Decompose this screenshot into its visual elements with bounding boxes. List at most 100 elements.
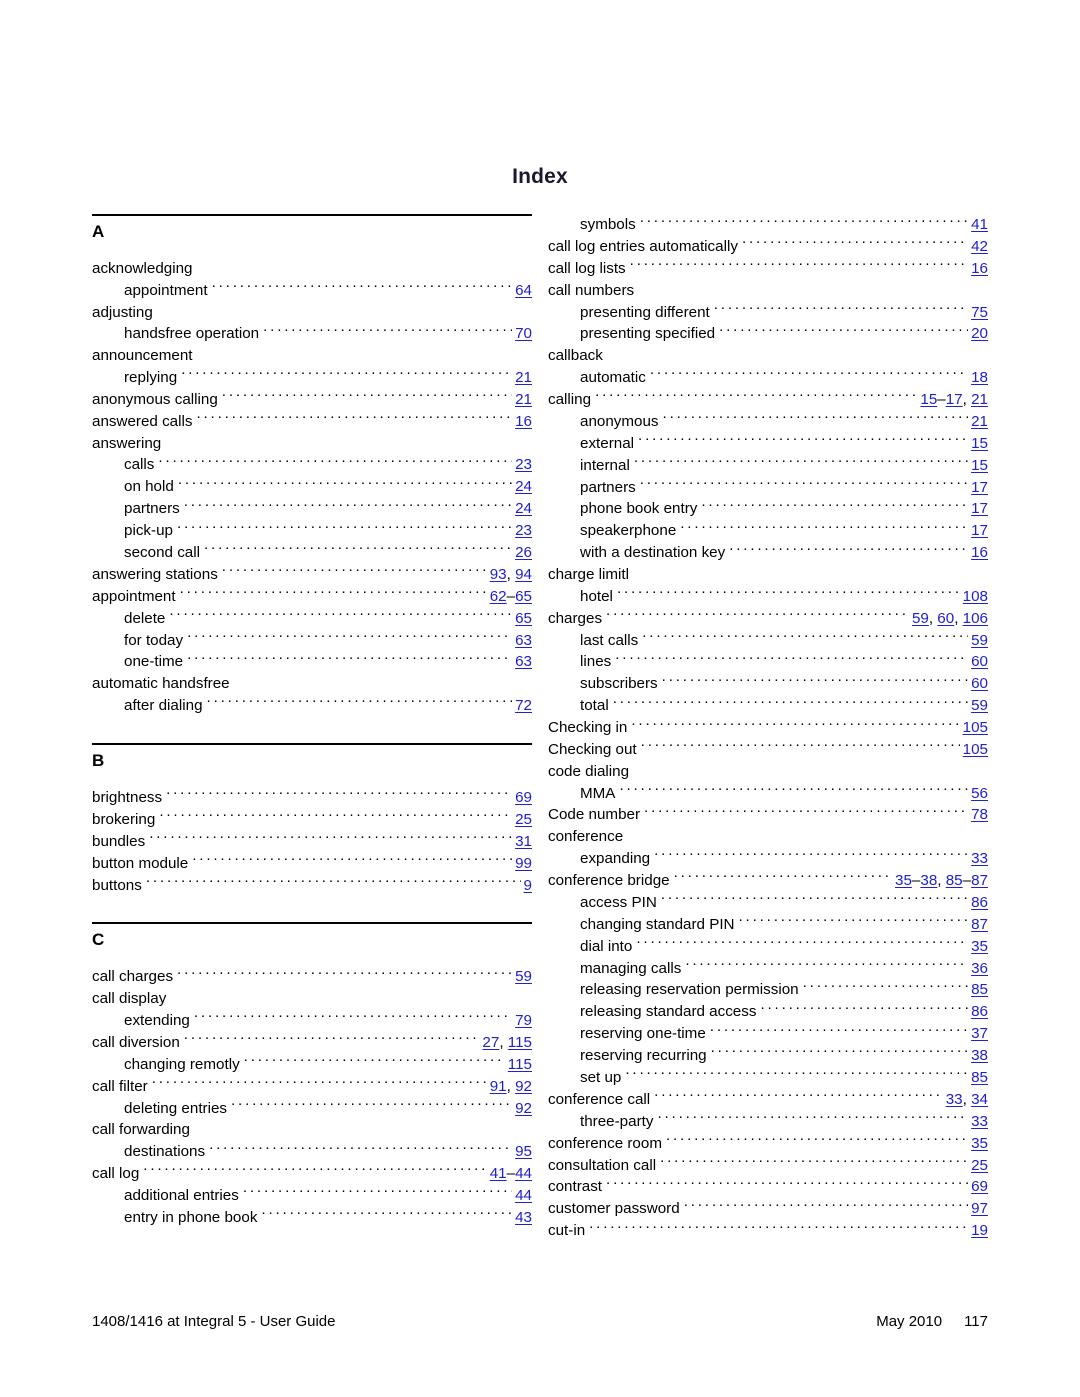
page-link[interactable]: 115 [508,1034,532,1051]
index-entry[interactable]: contrast 69 [548,1176,988,1198]
page-link[interactable]: 44 [515,1165,532,1182]
index-entry[interactable]: destinations 95 [92,1141,532,1163]
page-link[interactable]: 36 [971,960,988,977]
index-entry[interactable]: call filter 91, 92 [92,1075,532,1097]
page-link[interactable]: 115 [508,1056,532,1073]
page-link[interactable]: 108 [963,588,988,605]
index-entry[interactable]: with a destination key 16 [548,542,988,564]
index-entry[interactable]: anonymous calling 21 [92,389,532,411]
page-link[interactable]: 69 [971,1178,988,1195]
page-link[interactable]: 59 [912,610,929,627]
index-entry[interactable]: call diversion 27, 115 [92,1032,532,1054]
page-link[interactable]: 15 [920,391,937,408]
index-entry[interactable]: managing calls 36 [548,957,988,979]
page-link[interactable]: 31 [515,833,532,850]
page-link[interactable]: 87 [971,872,988,889]
index-entry[interactable]: reserving recurring 38 [548,1045,988,1067]
page-link[interactable]: 19 [971,1222,988,1239]
index-entry[interactable]: external 15 [548,433,988,455]
index-entry[interactable]: answering stations 93, 94 [92,564,532,586]
index-entry[interactable]: automatic 18 [548,367,988,389]
page-link[interactable]: 15 [971,457,988,474]
index-entry[interactable]: appointment 62–65 [92,586,532,608]
page-link[interactable]: 60 [971,675,988,692]
page-link[interactable]: 27 [482,1034,499,1051]
index-entry[interactable]: deleting entries 92 [92,1097,532,1119]
index-entry[interactable]: speakerphone 17 [548,520,988,542]
page-link[interactable]: 72 [515,697,532,714]
page-link[interactable]: 41 [971,216,988,233]
page-link[interactable]: 87 [971,916,988,933]
page-link[interactable]: 63 [515,632,532,649]
index-entry[interactable]: total 59 [548,695,988,717]
page-link[interactable]: 35 [971,1135,988,1152]
index-entry[interactable]: calls 23 [92,454,532,476]
page-link[interactable]: 64 [515,282,532,299]
page-link[interactable]: 56 [971,785,988,802]
index-entry[interactable]: call charges 59 [92,966,532,988]
index-entry[interactable]: set up 85 [548,1067,988,1089]
index-entry[interactable]: three-party 33 [548,1111,988,1133]
index-entry[interactable]: cut-in 19 [548,1220,988,1242]
page-link[interactable]: 86 [971,894,988,911]
page-link[interactable]: 60 [937,610,954,627]
page-link[interactable]: 97 [971,1200,988,1217]
index-entry[interactable]: one-time 63 [92,651,532,673]
index-entry[interactable]: symbols 41 [548,214,988,236]
page-link[interactable]: 26 [515,544,532,561]
page-link[interactable]: 92 [515,1078,532,1095]
index-entry[interactable]: changing remotly 115 [92,1054,532,1076]
page-link[interactable]: 70 [515,325,532,342]
index-entry[interactable]: partners 24 [92,498,532,520]
page-link[interactable]: 16 [971,544,988,561]
page-link[interactable]: 9 [524,877,532,894]
index-entry[interactable]: conference bridge35–38, 85–87 [548,870,988,892]
index-entry[interactable]: reserving one-time 37 [548,1023,988,1045]
page-link[interactable]: 65 [515,610,532,627]
page-link[interactable]: 21 [971,413,988,430]
index-entry[interactable]: presenting specified 20 [548,323,988,345]
index-entry[interactable]: conference call 33, 34 [548,1089,988,1111]
page-link[interactable]: 34 [971,1091,988,1108]
index-entry[interactable]: Code number 78 [548,804,988,826]
index-entry[interactable]: call log entries automatically 42 [548,236,988,258]
index-entry[interactable]: access PIN 86 [548,892,988,914]
page-link[interactable]: 17 [971,479,988,496]
page-link[interactable]: 25 [515,811,532,828]
index-entry[interactable]: bundles 31 [92,831,532,853]
page-link[interactable]: 99 [515,855,532,872]
index-entry[interactable]: phone book entry 17 [548,498,988,520]
page-link[interactable]: 35 [971,938,988,955]
index-entry[interactable]: anonymous 21 [548,411,988,433]
page-link[interactable]: 21 [515,369,532,386]
page-link[interactable]: 69 [515,789,532,806]
page-link[interactable]: 65 [515,588,532,605]
page-link[interactable]: 43 [515,1209,532,1226]
page-link[interactable]: 35 [895,872,912,889]
index-entry[interactable]: answered calls 16 [92,411,532,433]
index-entry[interactable]: customer password 97 [548,1198,988,1220]
page-link[interactable]: 23 [515,522,532,539]
index-entry[interactable]: brokering 25 [92,809,532,831]
page-link[interactable]: 85 [946,872,963,889]
page-link[interactable]: 92 [515,1100,532,1117]
page-link[interactable]: 105 [963,719,988,736]
page-link[interactable]: 42 [971,238,988,255]
page-link[interactable]: 33 [946,1091,963,1108]
index-entry[interactable]: entry in phone book 43 [92,1207,532,1229]
page-link[interactable]: 86 [971,1003,988,1020]
page-link[interactable]: 79 [515,1012,532,1029]
index-entry[interactable]: Checking in 105 [548,717,988,739]
page-link[interactable]: 85 [971,1069,988,1086]
page-link[interactable]: 41 [490,1165,507,1182]
page-link[interactable]: 18 [971,369,988,386]
index-entry[interactable]: partners 17 [548,476,988,498]
index-entry[interactable]: handsfree operation 70 [92,323,532,345]
page-link[interactable]: 59 [971,632,988,649]
index-entry[interactable]: subscribers 60 [548,673,988,695]
page-link[interactable]: 16 [515,413,532,430]
page-link[interactable]: 38 [971,1047,988,1064]
index-entry[interactable]: call log 41–44 [92,1163,532,1185]
index-entry[interactable]: expanding 33 [548,848,988,870]
page-link[interactable]: 23 [515,456,532,473]
